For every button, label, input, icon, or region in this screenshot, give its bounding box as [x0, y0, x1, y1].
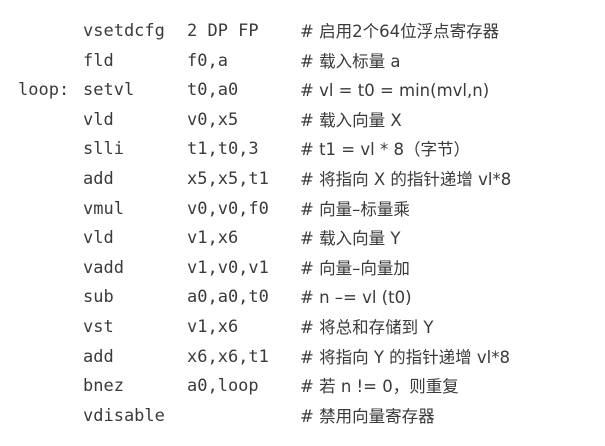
- code-comment: # 将总和存储到 Y: [300, 317, 434, 337]
- code-line: add x5,x5,t1 # 将指向 X 的指针递增 vl*8: [0, 165, 605, 195]
- instruction-mnemonic: vdisable: [83, 405, 165, 426]
- code-line: vsetdcfg 2 DP FP # 启用2个64位浮点寄存器: [0, 17, 605, 47]
- code-line: slli t1,t0,3 # t1 = vl * 8（字节）: [0, 135, 605, 165]
- code-line: vld v1,x6 # 载入向量 Y: [0, 224, 605, 254]
- code-comment: # 向量–标量乘: [300, 199, 410, 219]
- code-comment: # 禁用向量寄存器: [300, 406, 435, 426]
- instruction-operands: t0,a0: [187, 80, 239, 101]
- code-line: vadd v1,v0,v1 # 向量–向量加: [0, 254, 605, 284]
- code-comment: # vl = t0 = min(mvl,n): [300, 81, 490, 101]
- code-comment: # 将指向 X 的指针递增 vl*8: [300, 169, 512, 189]
- code-comment: # t1 = vl * 8（字节）: [300, 140, 470, 160]
- code-comment: # 载入向量 Y: [300, 229, 401, 249]
- code-comment: # 载入标量 a: [300, 51, 401, 71]
- instruction-operands: x5,x5,t1: [187, 168, 269, 189]
- code-listing: vsetdcfg 2 DP FP # 启用2个64位浮点寄存器 fld f0,a…: [0, 17, 605, 431]
- instruction-operands: v1,x6: [187, 228, 239, 249]
- code-label: loop:: [18, 80, 70, 101]
- instruction-operands: v0,x5: [187, 109, 239, 130]
- instruction-mnemonic: vsetdcfg: [83, 21, 165, 41]
- instruction-operands: v1,x6: [187, 316, 239, 337]
- instruction-mnemonic: vld: [83, 109, 114, 130]
- code-line: bnez a0,loop # 若 n != 0，则重复: [0, 372, 605, 402]
- instruction-mnemonic: fld: [83, 50, 114, 71]
- code-line: vmul v0,v0,f0 # 向量–标量乘: [0, 195, 605, 225]
- instruction-operands: v0,v0,f0: [187, 198, 269, 219]
- instruction-mnemonic: bnez: [83, 376, 124, 397]
- instruction-mnemonic: add: [83, 346, 114, 367]
- instruction-mnemonic: slli: [83, 139, 124, 160]
- instruction-operands: x6,x6,t1: [187, 346, 269, 367]
- code-line: fld f0,a # 载入标量 a: [0, 47, 605, 77]
- instruction-mnemonic: vst: [83, 316, 114, 337]
- instruction-operands: v1,v0,v1: [187, 257, 269, 278]
- code-line: sub a0,a0,t0 # n –= vl (t0): [0, 283, 605, 313]
- code-line: vld v0,x5 # 载入向量 X: [0, 106, 605, 136]
- code-comment: # 载入向量 X: [300, 110, 402, 130]
- instruction-mnemonic: vadd: [83, 257, 124, 278]
- code-comment: # 若 n != 0，则重复: [300, 377, 459, 397]
- code-comment: # 将指向 Y 的指针递增 vl*8: [300, 347, 510, 367]
- code-line: loop: setvl t0,a0 # vl = t0 = min(mvl,n): [0, 76, 605, 106]
- code-comment: # 启用2个64位浮点寄存器: [300, 22, 500, 41]
- instruction-operands: a0,loop: [187, 376, 259, 397]
- instruction-mnemonic: vld: [83, 228, 114, 249]
- code-line: add x6,x6,t1 # 将指向 Y 的指针递增 vl*8: [0, 343, 605, 373]
- instruction-operands: f0,a: [187, 50, 228, 71]
- code-line: vst v1,x6 # 将总和存储到 Y: [0, 313, 605, 343]
- instruction-mnemonic: setvl: [83, 80, 135, 101]
- instruction-operands: t1,t0,3: [187, 139, 259, 160]
- instruction-operands: a0,a0,t0: [187, 287, 269, 308]
- code-comment: # n –= vl (t0): [300, 288, 412, 308]
- instruction-mnemonic: sub: [83, 287, 114, 308]
- instruction-operands: 2 DP FP: [187, 21, 259, 41]
- code-comment: # 向量–向量加: [300, 258, 410, 278]
- instruction-mnemonic: vmul: [83, 198, 124, 219]
- code-line: vdisable # 禁用向量寄存器: [0, 402, 605, 432]
- instruction-mnemonic: add: [83, 168, 114, 189]
